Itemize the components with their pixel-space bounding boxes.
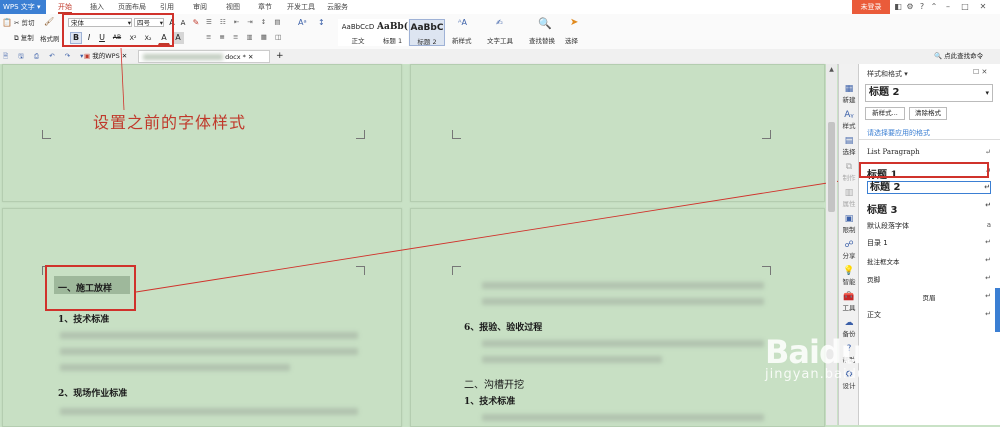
panel-controls[interactable]: ☐ ✕	[973, 68, 987, 76]
panel-hint: 请选择要应用的格式	[867, 129, 930, 137]
style-item[interactable]: 页眉 ↵	[867, 292, 992, 302]
paragraph-mark-icon: ↵	[985, 292, 991, 300]
panel-divider	[859, 139, 1000, 140]
vt-make[interactable]: ⧉ 制作	[839, 162, 859, 182]
blurred-text-line	[60, 364, 290, 371]
blurred-text-line	[482, 340, 764, 347]
style-item[interactable]: List Paragraph ↵	[867, 148, 991, 156]
clear-format-panel-button[interactable]: 清除格式	[909, 107, 947, 120]
doc-subheading-1[interactable]: 1、技术标准	[58, 312, 109, 325]
blurred-text-line	[482, 414, 764, 421]
style-item[interactable]: 页脚 ↵	[867, 274, 991, 284]
watermark-brand: Baidu	[765, 333, 864, 371]
blurred-text-line	[60, 348, 358, 355]
paragraph-mark-icon: ↵	[985, 310, 991, 318]
heading-highlight	[45, 265, 136, 311]
make-icon: ⧉	[845, 162, 853, 172]
vt-smart[interactable]: 💡 智能	[839, 266, 859, 286]
paragraph-mark-icon: ↵	[985, 148, 991, 156]
restrict-icon: ▣	[844, 214, 854, 224]
blurred-text-line	[482, 282, 764, 289]
vt-properties[interactable]: ▥ 属性	[839, 188, 859, 208]
scroll-up-icon[interactable]: ▲	[827, 66, 836, 73]
baidu-watermark: Baidu 经验 jingyan.baidu.com	[765, 333, 917, 382]
current-style-value: 标题 2	[869, 87, 900, 98]
style-item[interactable]: 批注框文本 ↵	[867, 256, 991, 266]
style-item[interactable]: 标题 3 ↵	[867, 201, 991, 216]
heading1-style-highlight	[859, 162, 989, 178]
annotation-line-cross	[135, 177, 860, 293]
style-item-label: 标题 3	[867, 205, 898, 216]
style-item-label: 页脚	[867, 276, 880, 284]
style-item[interactable]: 目录 1 ↵	[867, 238, 991, 248]
char-style-icon: a	[986, 221, 991, 229]
style-item-label: 默认段落字体	[867, 222, 909, 230]
doc-subheading-2[interactable]: 2、现场作业标准	[58, 386, 127, 399]
style-item-label: 批注框文本	[867, 258, 900, 266]
vt-label: 样式	[842, 122, 856, 130]
vt-label: 选择	[842, 148, 856, 156]
panel-collapse-tab[interactable]	[995, 288, 1000, 332]
new-icon: ▦	[844, 84, 854, 94]
style-item-label: List Paragraph	[867, 148, 920, 156]
paragraph-mark-icon: ↵	[984, 183, 990, 191]
style-item[interactable]: 正文 ↵	[867, 310, 991, 320]
paragraph-mark-icon: ↵	[985, 238, 991, 246]
vt-tools[interactable]: 🧰 工具	[839, 292, 859, 312]
blurred-text-line	[60, 332, 358, 339]
smart-icon: 💡	[843, 266, 855, 276]
watermark-url: jingyan.baidu.com	[765, 367, 902, 382]
doc-subheading-6[interactable]: 6、报验、验收过程	[464, 320, 542, 333]
doc-heading-2[interactable]: 二、沟槽开挖	[464, 376, 524, 391]
style-item-label: 标题 2	[870, 182, 901, 193]
vt-share[interactable]: ☍ 分享	[839, 240, 859, 260]
style-item[interactable]: 默认段落字体 a	[867, 221, 991, 231]
styles-icon: Aᵧ	[844, 110, 854, 120]
current-style-field[interactable]: 标题 2 ▾	[865, 84, 993, 102]
paragraph-mark-icon: ↵	[985, 274, 991, 282]
style-item-label: 正文	[867, 311, 881, 319]
blurred-text-line	[60, 408, 358, 415]
style-item-label: 页眉	[922, 294, 936, 302]
share-icon: ☍	[844, 240, 854, 250]
panel-title-text: 样式和格式	[867, 70, 902, 78]
toolbox-icon: 🧰	[843, 292, 855, 302]
select-icon: ▤	[844, 136, 854, 146]
vt-select[interactable]: ▤ 选择	[839, 136, 859, 156]
style-item-selected[interactable]: 标题 2 ↵	[867, 181, 991, 194]
vt-new[interactable]: ▦ 新建	[839, 84, 859, 104]
vt-label: 分享	[842, 252, 856, 260]
blurred-text-line	[482, 298, 764, 305]
paragraph-mark-icon: ↵	[985, 256, 991, 264]
vt-label: 工具	[842, 304, 856, 312]
style-item-label: 目录 1	[867, 239, 888, 247]
blurred-text-line	[482, 356, 662, 363]
vt-styles[interactable]: Aᵧ 样式	[839, 110, 859, 130]
vt-label: 属性	[842, 200, 856, 208]
panel-title[interactable]: 样式和格式 ▾	[867, 69, 908, 79]
properties-icon: ▥	[844, 188, 854, 198]
new-style-panel-button[interactable]: 新样式...	[865, 107, 905, 120]
doc-subheading-1b[interactable]: 1、技术标准	[464, 394, 515, 407]
vt-label: 新建	[842, 96, 856, 104]
backup-icon: ☁	[844, 318, 854, 328]
annotation-line-top	[120, 47, 125, 111]
watermark-cn: 经验	[865, 340, 918, 370]
vt-label: 限制	[842, 226, 856, 234]
vt-label: 智能	[842, 278, 856, 286]
scroll-thumb[interactable]	[828, 122, 835, 212]
vt-label: 设计	[842, 382, 856, 390]
paragraph-mark-icon: ↵	[985, 201, 991, 209]
vt-restrict[interactable]: ▣ 限制	[839, 214, 859, 234]
vt-label: 制作	[842, 174, 856, 182]
